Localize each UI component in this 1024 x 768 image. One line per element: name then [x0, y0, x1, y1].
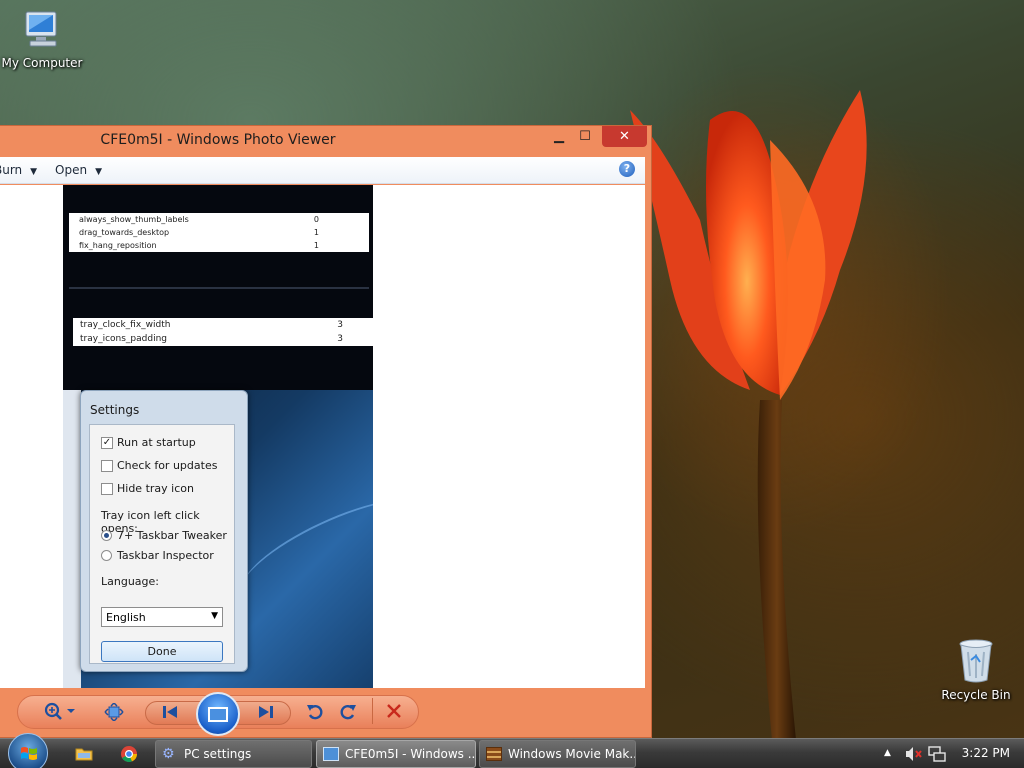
row-name: fix_hang_reposition: [79, 241, 157, 250]
chevron-down-icon: ▼: [211, 611, 218, 621]
previous-icon[interactable]: [162, 705, 178, 719]
row-name: tray_clock_fix_width: [80, 320, 171, 330]
desktop-icon-label: My Computer: [1, 56, 83, 70]
photo-viewer-window: CFE0m5I - Windows Photo Viewer ▁ ☐ ✕ Bur…: [0, 125, 652, 738]
row-value: 3: [337, 334, 343, 344]
chevron-down-icon: ▼: [30, 167, 38, 177]
playback-controls: [0, 689, 652, 739]
settings-panel: ✓ Run at startup Check for updates Hide …: [89, 424, 235, 664]
divider: [69, 287, 369, 289]
radio-selected-icon: [101, 530, 112, 541]
checkbox-label: Hide tray icon: [117, 482, 194, 495]
task-label: CFE0m5I - Windows ...: [345, 747, 476, 761]
row-value: 0: [313, 215, 319, 224]
desktop-icon-my-computer[interactable]: My Computer: [0, 8, 84, 70]
taskbar-task-pc-settings[interactable]: ⚙ PC settings: [155, 740, 312, 768]
check-for-updates-checkbox[interactable]: Check for updates: [101, 459, 217, 472]
recycle-bin-icon: [959, 639, 993, 683]
maximize-button[interactable]: ☐: [572, 126, 598, 147]
slideshow-button[interactable]: [196, 692, 240, 736]
clock[interactable]: 3:22 PM: [962, 746, 1010, 760]
taskbar-pin-chrome[interactable]: [111, 742, 147, 766]
window-title: CFE0m5I - Windows Photo Viewer: [100, 132, 336, 148]
show-hidden-icons-button[interactable]: ▲: [884, 748, 891, 758]
row-name: tray_icons_padding: [80, 334, 167, 344]
start-button[interactable]: [8, 733, 48, 768]
settings-table-1: always_show_thumb_labels 0 drag_towards_d…: [69, 213, 369, 252]
wallpaper-streak: [229, 480, 373, 620]
radio-inspector[interactable]: Taskbar Inspector: [101, 549, 214, 562]
windows-logo-icon: [21, 747, 37, 760]
help-icon[interactable]: ?: [619, 161, 635, 177]
checkbox-label: Run at startup: [117, 436, 196, 449]
next-icon[interactable]: [258, 705, 274, 719]
photo-viewer-icon: [323, 747, 339, 761]
radio-label: Taskbar Inspector: [117, 549, 214, 562]
row-value: 1: [313, 241, 319, 250]
computer-icon: [25, 11, 57, 47]
language-value: English: [106, 611, 146, 624]
run-at-startup-checkbox[interactable]: ✓ Run at startup: [101, 436, 196, 449]
settings-dialog: Settings ✓ Run at startup Check for upda…: [80, 390, 248, 672]
network-icon[interactable]: [928, 745, 946, 763]
volume-muted-icon[interactable]: [905, 746, 923, 762]
table-row: fix_hang_reposition 1: [69, 239, 369, 252]
desktop-icon-recycle-bin[interactable]: Recycle Bin: [934, 636, 1018, 702]
gear-icon: ⚙: [162, 746, 175, 762]
checkbox-box: [101, 459, 113, 472]
desktop-icon-label: Recycle Bin: [941, 688, 1011, 702]
chrome-icon: [121, 746, 137, 762]
slideshow-icon: [208, 706, 228, 722]
background-window-edge: [63, 390, 81, 688]
checkbox-label: Check for updates: [117, 459, 218, 472]
folder-icon: [75, 748, 93, 761]
command-bar: Burn ▼ Open ▼ ?: [0, 157, 645, 184]
row-name: drag_towards_desktop: [79, 228, 170, 237]
image-display-area: always_show_thumb_labels 0 drag_towards_d…: [0, 185, 645, 688]
dialog-title: Settings: [90, 403, 140, 417]
table-row: drag_towards_desktop 1: [69, 226, 369, 239]
rotate-counterclockwise-icon[interactable]: [306, 703, 324, 721]
table-row: tray_clock_fix_width 3: [73, 318, 373, 332]
open-menu[interactable]: Open ▼: [55, 163, 102, 177]
hide-tray-icon-checkbox[interactable]: Hide tray icon: [101, 482, 194, 495]
done-button[interactable]: Done: [101, 641, 223, 662]
task-label: Windows Movie Mak...: [508, 747, 636, 761]
radio-tweaker[interactable]: 7+ Taskbar Tweaker: [101, 529, 227, 542]
checkmark-icon: ✓: [101, 436, 113, 449]
zoom-icon[interactable]: [44, 702, 78, 722]
task-label: PC settings: [184, 747, 252, 761]
checkbox-box: [101, 482, 113, 495]
open-menu-label: Open: [55, 163, 88, 177]
radio-label: 7+ Taskbar Tweaker: [117, 529, 227, 542]
actual-size-icon[interactable]: [104, 703, 124, 721]
taskbar-task-movie-maker[interactable]: Windows Movie Mak...: [479, 740, 636, 768]
taskbar-pin-explorer[interactable]: [66, 742, 102, 766]
title-bar[interactable]: CFE0m5I - Windows Photo Viewer ▁ ☐ ✕: [0, 126, 652, 156]
taskbar-task-photo-viewer[interactable]: CFE0m5I - Windows ...: [316, 740, 476, 768]
divider: [372, 698, 373, 724]
table-row: always_show_thumb_labels 0: [69, 213, 369, 226]
burn-menu[interactable]: Burn ▼: [0, 163, 37, 177]
close-button[interactable]: ✕: [602, 126, 647, 147]
displayed-image: always_show_thumb_labels 0 drag_towards_d…: [63, 185, 373, 688]
delete-icon[interactable]: [386, 703, 402, 719]
chevron-down-icon: ▼: [95, 167, 102, 177]
language-label: Language:: [101, 575, 159, 588]
language-select[interactable]: English ▼: [101, 607, 223, 627]
radio-icon: [101, 550, 112, 561]
row-value: 3: [337, 320, 343, 330]
minimize-button[interactable]: ▁: [546, 126, 572, 147]
burn-menu-label: Burn: [0, 163, 23, 177]
row-value: 1: [313, 228, 319, 237]
film-icon: [486, 747, 502, 761]
settings-table-2: tray_clock_fix_width 3 tray_icons_padding…: [73, 318, 373, 346]
taskbar: ⚙ PC settings CFE0m5I - Windows ... Wind…: [0, 733, 1024, 768]
rotate-clockwise-icon[interactable]: [339, 703, 357, 721]
row-name: always_show_thumb_labels: [79, 215, 189, 224]
table-row: tray_icons_padding 3: [73, 332, 373, 346]
